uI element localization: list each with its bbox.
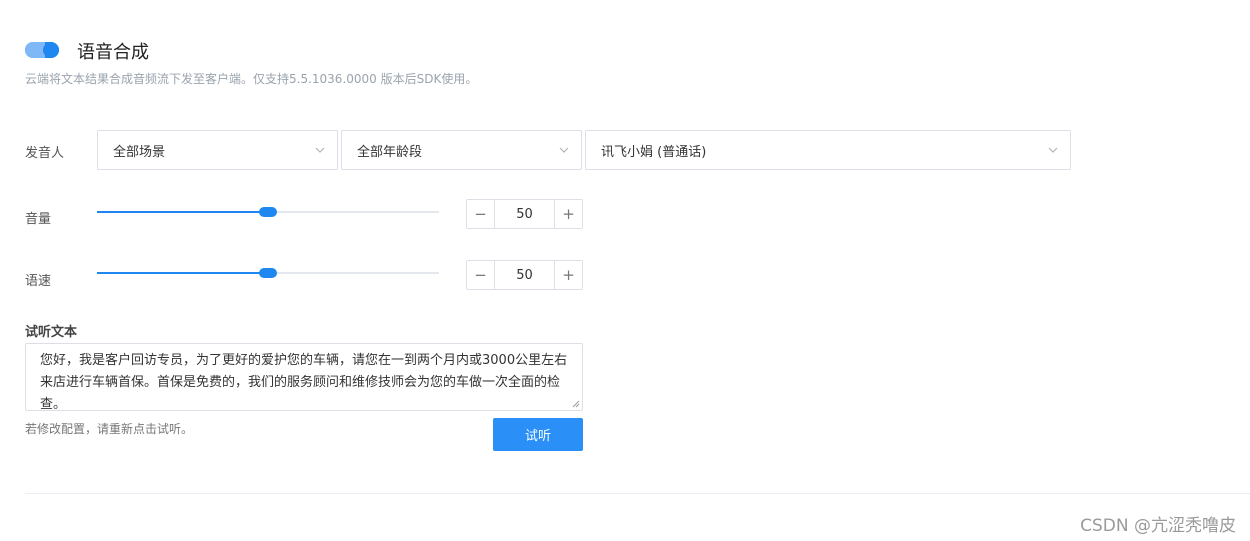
toggle-track xyxy=(25,42,45,58)
speed-value[interactable]: 50 xyxy=(495,261,554,289)
volume-label: 音量 xyxy=(25,212,52,227)
chevron-down-icon xyxy=(315,147,325,153)
preview-hint: 若修改配置，请重新点击试听。 xyxy=(25,422,194,436)
chevron-down-icon xyxy=(1048,147,1058,153)
listen-button[interactable]: 试听 xyxy=(493,418,583,451)
age-select[interactable]: 全部年龄段 xyxy=(341,130,582,170)
speed-stepper[interactable]: − 50 + xyxy=(466,260,583,290)
scene-select[interactable]: 全部场景 xyxy=(97,130,338,170)
divider xyxy=(25,493,1250,494)
volume-decrease-button[interactable]: − xyxy=(467,200,495,228)
voice-select[interactable]: 讯飞小娟 (普通话) xyxy=(585,130,1071,170)
preview-text-content: 您好，我是客户回访专员，为了更好的爱护您的车辆，请您在一到两个月内或3000公里… xyxy=(40,353,568,411)
volume-stepper[interactable]: − 50 + xyxy=(466,199,583,229)
speed-label: 语速 xyxy=(25,274,52,289)
speaker-label: 发音人 xyxy=(25,146,65,161)
volume-slider-fill xyxy=(97,211,268,213)
volume-value[interactable]: 50 xyxy=(495,200,554,228)
watermark: CSDN @亢涩秃噜皮 xyxy=(1080,516,1236,536)
speed-decrease-button[interactable]: − xyxy=(467,261,495,289)
speed-slider-fill xyxy=(97,272,268,274)
volume-increase-button[interactable]: + xyxy=(554,200,582,228)
resize-grip-icon[interactable] xyxy=(572,400,580,408)
speed-slider-thumb[interactable] xyxy=(259,268,277,278)
toggle-knob xyxy=(44,43,58,57)
preview-text-label: 试听文本 xyxy=(25,325,78,340)
volume-slider-thumb[interactable] xyxy=(259,207,277,217)
scene-select-value: 全部场景 xyxy=(113,144,166,160)
speed-increase-button[interactable]: + xyxy=(554,261,582,289)
section-title: 语音合成 xyxy=(77,42,149,63)
tts-toggle[interactable] xyxy=(25,42,59,58)
chevron-down-icon xyxy=(559,147,569,153)
section-description: 云端将文本结果合成音频流下发至客户端。仅支持5.5.1036.0000 版本后S… xyxy=(25,72,478,86)
voice-select-value: 讯飞小娟 (普通话) xyxy=(601,144,707,160)
preview-textarea[interactable]: 您好，我是客户回访专员，为了更好的爱护您的车辆，请您在一到两个月内或3000公里… xyxy=(25,343,583,411)
age-select-value: 全部年龄段 xyxy=(357,144,423,160)
